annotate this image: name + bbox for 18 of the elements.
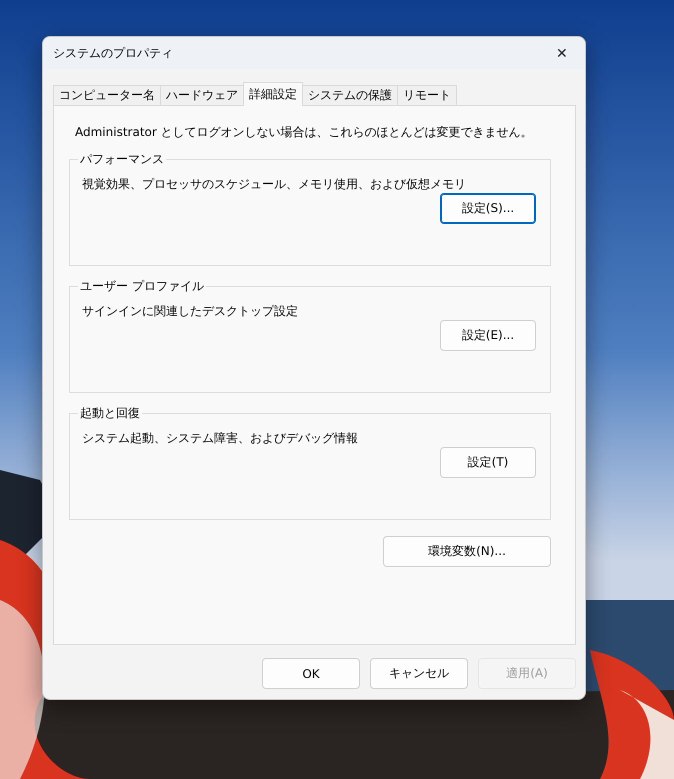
group-description: システム起動、システム障害、およびデバッグ情報 [82, 430, 359, 447]
group-title: 起動と回復 [79, 405, 141, 422]
dialog-button[interactable]: OK [262, 658, 360, 689]
group-title: ユーザー プロファイル [79, 278, 205, 295]
notice-text: Administrator としてログオンしない場合は、これらのほとんどは変更できません。 [75, 124, 534, 141]
close-button[interactable]: ✕ [539, 37, 585, 69]
group-title: パフォーマンス [79, 151, 165, 168]
settings-button[interactable]: 設定(S)... [440, 193, 536, 224]
environment-variables-button[interactable]: 環境変数(N)... [383, 536, 551, 567]
dialog-button[interactable]: キャンセル [370, 658, 468, 689]
group-description: サインインに関連したデスクトップ設定 [82, 303, 299, 320]
settings-button[interactable]: 設定(E)... [440, 320, 536, 351]
group-description: 視覚効果、プロセッサのスケジュール、メモリ使用、および仮想メモリ [82, 176, 467, 193]
tab[interactable]: コンピューター名 [53, 85, 161, 106]
tab[interactable]: 詳細設定 [243, 82, 303, 106]
tab[interactable]: リモート [397, 85, 457, 106]
window-title: システムのプロパティ [53, 44, 173, 62]
settings-button[interactable]: 設定(T) [440, 447, 536, 478]
